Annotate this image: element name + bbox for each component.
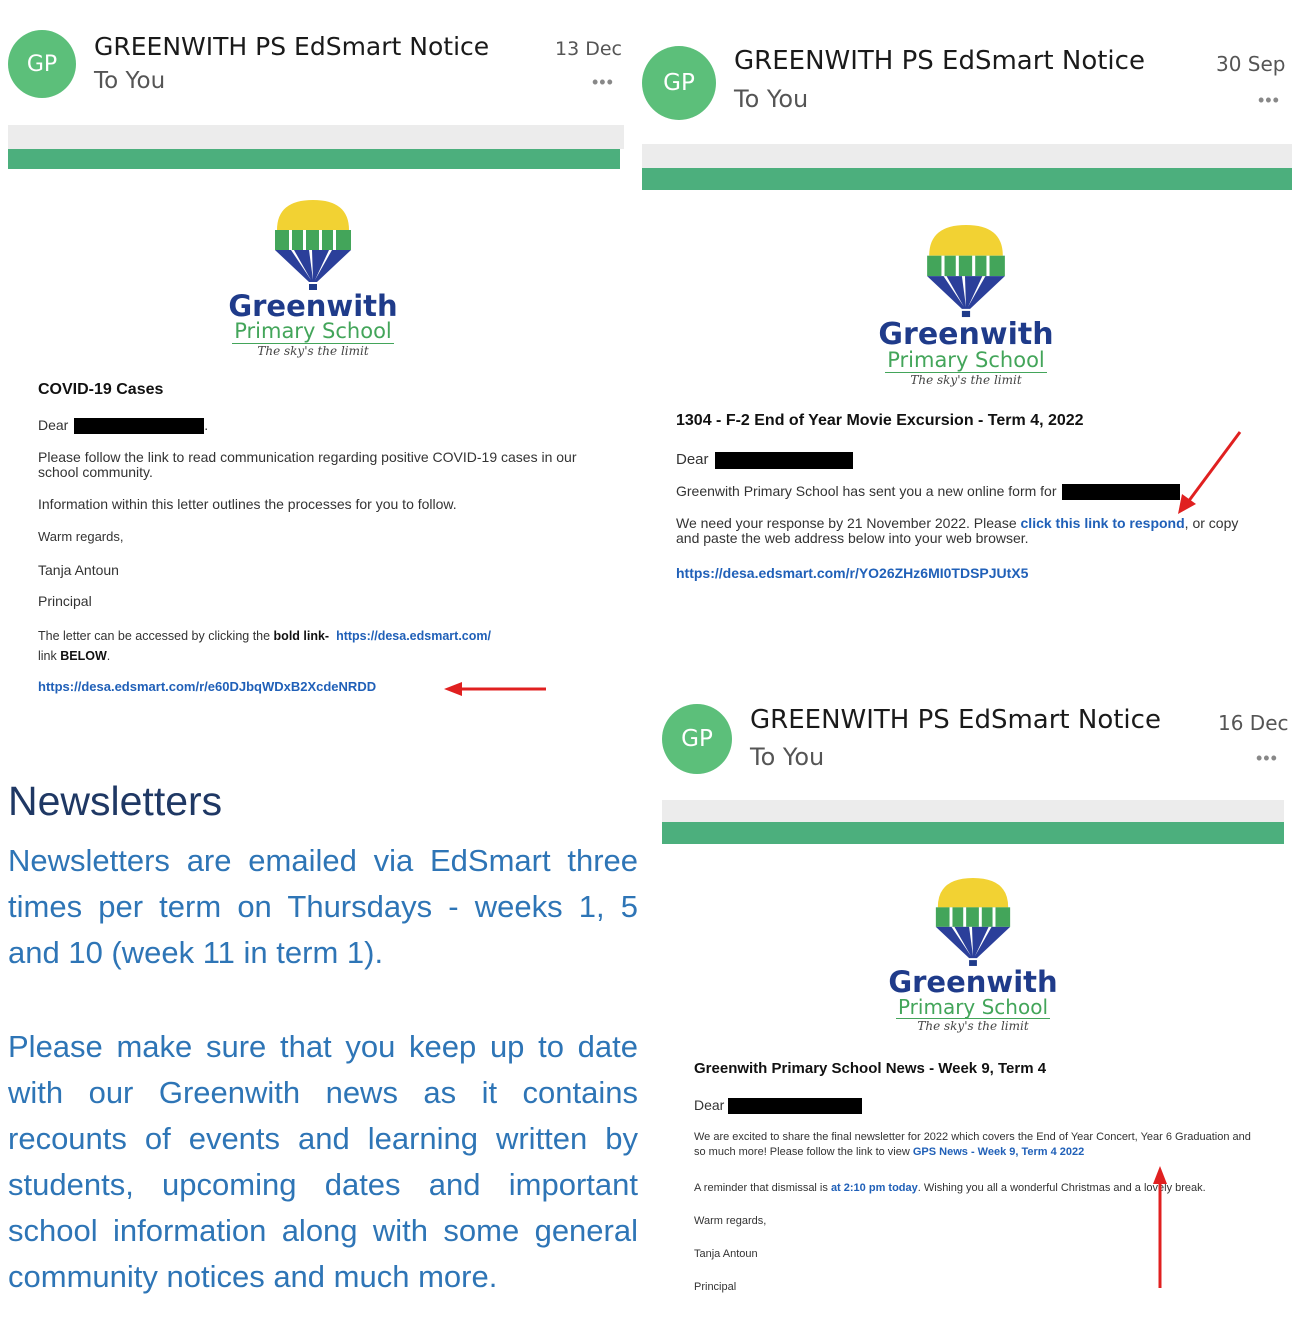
sender-avatar[interactable]: GP (662, 704, 732, 774)
sender-avatar[interactable]: GP (8, 30, 76, 98)
excursion-form-link[interactable]: https://desa.edsmart.com/r/YO26ZHz6MI0TD… (676, 565, 1028, 581)
body-paragraph-2: Information within this letter outlines … (38, 496, 457, 512)
email-card-newsletter: GP GREENWITH PS EdSmart Notice To You 16… (656, 680, 1292, 1342)
school-logo: Greenwith Primary School The sky's the l… (218, 196, 408, 358)
email-header-band (662, 800, 1284, 822)
newsletters-paragraph-2: Please make sure that you keep up to dat… (8, 1029, 638, 1294)
recipient-label: To You (750, 743, 825, 771)
sender-name[interactable]: GREENWITH PS EdSmart Notice (750, 705, 1161, 735)
dismissal-text: A reminder that dismissal is (694, 1182, 831, 1194)
hot-air-balloon-icon (275, 200, 351, 290)
email-green-band (662, 822, 1284, 844)
hot-air-balloon-icon (927, 225, 1005, 318)
red-arrow-icon (444, 682, 546, 696)
response-text: We need your response by 21 November 202… (676, 515, 1021, 531)
email-date: 13 Dec (555, 38, 622, 60)
email-date: 16 Dec (1218, 711, 1289, 735)
sign-off: Warm regards, (38, 529, 124, 544)
dear-label: Dear (694, 1097, 725, 1113)
email-card-excursion: GP GREENWITH PS EdSmart Notice To You 30… (636, 10, 1292, 620)
logo-tagline: The sky's the limit (917, 1019, 1029, 1033)
email-subject: 1304 - F-2 End of Year Movie Excursion -… (676, 412, 1084, 429)
email-green-band (642, 168, 1292, 190)
logo-subtitle: Primary School (885, 348, 1047, 373)
salutation: Dear . (38, 417, 209, 435)
dear-label: Dear (38, 417, 69, 433)
logo-title: Greenwith (228, 289, 398, 323)
signer-role: Principal (694, 1281, 737, 1293)
logo-title: Greenwith (878, 317, 1054, 352)
body-paragraph-1: We are excited to share the final newsle… (694, 1130, 1264, 1160)
salutation: Dear (694, 1097, 863, 1115)
email-header-band (642, 144, 1292, 168)
red-arrow-icon (1178, 431, 1242, 514)
redacted-name (74, 418, 205, 435)
email-date: 30 Sep (1216, 52, 1286, 76)
logo-subtitle: Primary School (895, 995, 1051, 1019)
covid-letter-link[interactable]: https://desa.edsmart.com/r/e60DJbqWDxB2X… (38, 679, 376, 694)
instructions-period: . (106, 649, 111, 663)
instructions-below: BELOW (60, 649, 107, 663)
redacted-name (714, 451, 853, 469)
body-paragraph-1: Please follow the link to read communica… (38, 449, 577, 480)
dismissal-time-link[interactable]: at 2:10 pm today (831, 1182, 918, 1194)
school-logo: Greenwith Primary School The sky's the l… (868, 220, 1064, 387)
logo-tagline: The sky's the limit (910, 373, 1022, 387)
more-options-icon[interactable]: ••• (1258, 90, 1280, 111)
body-paragraph-2: We need your response by 21 November 202… (676, 516, 1256, 546)
access-instructions: The letter can be accessed by clicking t… (38, 626, 578, 666)
sender-name[interactable]: GREENWITH PS EdSmart Notice (94, 32, 489, 61)
email-green-band (8, 149, 620, 169)
form-intro-text: Greenwith Primary School has sent you a … (676, 483, 1057, 499)
more-options-icon[interactable]: ••• (592, 72, 614, 93)
email-card-covid: GP GREENWITH PS EdSmart Notice To You 13… (0, 0, 624, 722)
respond-link[interactable]: click this link to respond (1021, 515, 1185, 531)
red-arrow-icon (1153, 1166, 1167, 1288)
dear-label: Dear (676, 451, 709, 468)
logo-subtitle: Primary School (232, 319, 394, 344)
salutation: Dear (676, 451, 853, 469)
signer-role: Principal (38, 593, 92, 609)
signer-name: Tanja Antoun (38, 562, 119, 578)
email-subject: Greenwith Primary School News - Week 9, … (694, 1060, 1047, 1077)
edsmart-home-link[interactable]: https://desa.edsmart.com/ (336, 629, 491, 643)
newsletters-paragraph-1: Newsletters are emailed via EdSmart thre… (8, 843, 638, 970)
gps-news-link[interactable]: GPS News - Week 9, Term 4 2022 (913, 1146, 1084, 1158)
hot-air-balloon-icon (935, 878, 1011, 966)
logo-title: Greenwith (888, 965, 1058, 999)
newsletters-heading: Newsletters (8, 778, 223, 824)
signer-name: Tanja Antoun (694, 1248, 758, 1260)
sign-off: Warm regards, (694, 1215, 767, 1227)
body-paragraph-1: Greenwith Primary School has sent you a … (676, 483, 1181, 501)
email-subject: COVID-19 Cases (38, 381, 164, 398)
logo-tagline: The sky's the limit (257, 344, 369, 358)
instructions-link-word: link (38, 649, 61, 663)
recipient-label: To You (94, 68, 166, 94)
instructions-text: The letter can be accessed by clicking t… (38, 629, 274, 643)
sender-avatar[interactable]: GP (642, 46, 716, 120)
email-header-band (8, 125, 624, 149)
body-paragraph-2: A reminder that dismissal is at 2:10 pm … (694, 1182, 1274, 1194)
more-options-icon[interactable]: ••• (1256, 748, 1278, 769)
redacted-name (728, 1098, 863, 1115)
instructions-bold: bold link- (273, 629, 330, 643)
recipient-label: To You (734, 85, 809, 113)
redacted-form-name (1062, 484, 1181, 501)
school-logo: Greenwith Primary School The sky's the l… (878, 874, 1068, 1033)
sender-name[interactable]: GREENWITH PS EdSmart Notice (734, 46, 1145, 76)
